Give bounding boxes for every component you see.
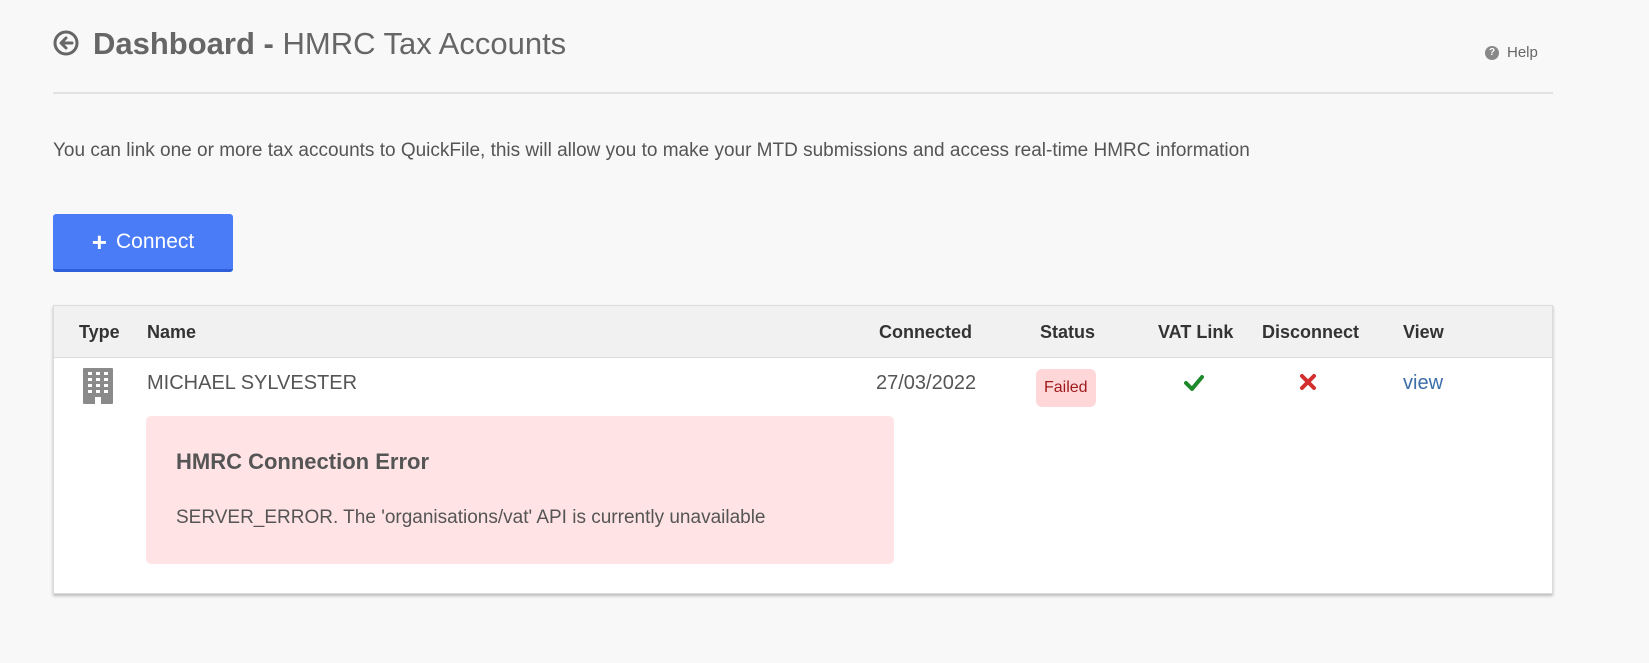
connection-error-alert: HMRC Connection Error SERVER_ERROR. The … bbox=[146, 416, 894, 564]
status-badge: Failed bbox=[1036, 369, 1096, 407]
error-message: SERVER_ERROR. The 'organisations/vat' AP… bbox=[176, 507, 766, 528]
connected-date: 27/03/2022 bbox=[876, 372, 977, 394]
help-label: Help bbox=[1507, 44, 1538, 61]
back-arrow-icon[interactable] bbox=[53, 30, 79, 56]
check-icon bbox=[1184, 375, 1204, 391]
connect-label: Connect bbox=[115, 229, 195, 253]
page-header: Dashboard - HMRC Tax Accounts ? Help bbox=[53, 22, 1553, 72]
connect-button[interactable]: + Connect bbox=[53, 214, 233, 272]
column-header-status: Status bbox=[1040, 322, 1096, 342]
error-title: HMRC Connection Error bbox=[176, 449, 429, 474]
account-name: MICHAEL SYLVESTER bbox=[147, 372, 358, 394]
header-divider bbox=[53, 92, 1553, 94]
building-icon bbox=[83, 368, 113, 404]
column-header-vat-link: VAT Link bbox=[1158, 322, 1234, 342]
tax-accounts-table: Type Name Connected Status VAT Link Disc… bbox=[53, 305, 1553, 594]
help-link[interactable]: ? Help bbox=[1485, 44, 1538, 61]
page-title-strong: Dashboard bbox=[93, 26, 255, 61]
intro-text: You can link one or more tax accounts to… bbox=[53, 140, 1250, 161]
column-header-connected: Connected bbox=[879, 322, 973, 342]
page-title-separator: - bbox=[254, 26, 283, 61]
column-header-type: Type bbox=[79, 322, 120, 342]
question-circle-icon: ? bbox=[1485, 45, 1499, 60]
column-header-name: Name bbox=[147, 322, 197, 342]
column-header-disconnect: Disconnect bbox=[1262, 322, 1360, 342]
plus-icon: + bbox=[91, 226, 107, 257]
column-header-view: View bbox=[1403, 322, 1444, 342]
cross-icon[interactable] bbox=[1298, 372, 1318, 392]
page-title: Dashboard - HMRC Tax Accounts bbox=[93, 26, 566, 62]
view-link[interactable]: view bbox=[1403, 372, 1443, 395]
table-header: Type Name Connected Status VAT Link Disc… bbox=[54, 306, 1552, 358]
page-title-rest: HMRC Tax Accounts bbox=[282, 26, 567, 61]
